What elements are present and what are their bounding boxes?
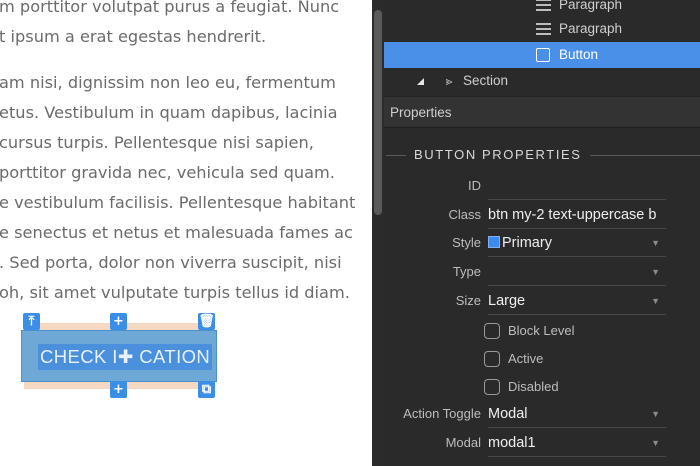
property-label: ID (468, 178, 481, 193)
chevron-down-icon: ▼ (651, 238, 660, 248)
text-line: e senectus et netus et malesuada fames a… (0, 223, 353, 242)
chevron-down-icon: ▼ (651, 296, 660, 306)
text-line: m porttitor volutpat purus a feugiat. Nu… (0, 0, 340, 16)
add-above-icon[interactable]: + (110, 313, 127, 330)
text-line: etus. Vestibulum in quam dapibus, lacini… (0, 103, 338, 122)
block-level-checkbox-row[interactable]: Block Level (484, 321, 684, 345)
text-line: e vestibulum facilisis. Pellentesque hab… (0, 193, 356, 212)
checkbox-label: Active (508, 351, 544, 366)
delete-icon[interactable]: 🗑 (198, 313, 215, 330)
style-select[interactable]: Primary ▼ (488, 230, 666, 257)
tree-item-label: Paragraph (559, 21, 623, 36)
selected-button-text[interactable]: CHECK I✚ CATION (38, 344, 213, 370)
type-select[interactable]: ▼ (488, 259, 666, 286)
paragraph-icon (535, 0, 551, 13)
property-label: Action Toggle (403, 406, 481, 421)
text-line: am nisi, dignissim non leo eu, fermentum (0, 73, 336, 92)
chevron-down-icon: ▼ (651, 267, 660, 277)
design-canvas[interactable]: m porttitor volutpat purus a feugiat. Nu… (0, 0, 372, 466)
property-label: Type (452, 264, 481, 279)
properties-header[interactable]: Properties (384, 96, 700, 128)
property-modal: Modal modal1 ▼ (384, 430, 700, 458)
property-type: Type ▼ (384, 259, 700, 287)
color-swatch (488, 236, 500, 248)
action-toggle-select[interactable]: Modal ▼ (488, 401, 666, 428)
block-level-checkbox[interactable] (484, 323, 500, 339)
modal-value: modal1 (488, 435, 536, 451)
chevron-down-icon: ▼ (651, 438, 660, 448)
add-below-icon[interactable]: + (110, 381, 127, 398)
canvas-scrollbar-thumb[interactable] (374, 10, 382, 215)
select-parent-icon[interactable]: ⤒ (23, 313, 40, 330)
checkbox-label: Block Level (508, 323, 575, 338)
disabled-checkbox-row[interactable]: Disabled (484, 377, 684, 401)
modal-select[interactable]: modal1 ▼ (488, 430, 666, 457)
button-properties-heading: BUTTON PROPERTIES (384, 144, 700, 166)
action-toggle-value: Modal (488, 406, 528, 422)
button-icon (535, 47, 551, 63)
text-line: porttitor gravida nec, vehicula sed quam… (0, 163, 335, 182)
duplicate-icon[interactable]: ⧉ (198, 381, 215, 398)
active-checkbox-row[interactable]: Active (484, 349, 684, 373)
divider (590, 155, 700, 156)
disabled-checkbox[interactable] (484, 379, 500, 395)
size-select[interactable]: Large ▼ (488, 288, 666, 315)
sidebar-panel: Paragraph Paragraph Button ⪢ Section Pro… (384, 0, 700, 466)
property-label: Size (455, 293, 481, 308)
text-line: t ipsum a erat egestas hendrerit. (0, 27, 267, 46)
property-label: Class (448, 207, 481, 222)
paragraph-block[interactable]: am nisi, dignissim non leo eu, fermentum… (0, 68, 372, 308)
tree-item-button[interactable]: Button (384, 42, 700, 68)
text-line: oh, sit amet vulputate turpis tellus id … (0, 283, 350, 302)
chevron-down-icon: ▼ (651, 409, 660, 419)
class-input[interactable]: btn my-2 text-uppercase b (488, 202, 666, 229)
tree-item-label: Button (559, 47, 599, 62)
section-icon: ⪢ (445, 74, 453, 88)
property-size: Size Large ▼ (384, 288, 700, 316)
tree-item-label: Section (463, 73, 509, 88)
collapse-triangle-icon[interactable] (412, 72, 428, 88)
property-label: Modal (445, 435, 481, 450)
size-value: Large (488, 293, 526, 309)
property-action-toggle: Action Toggle Modal ▼ (384, 401, 700, 429)
section-title-text: BUTTON PROPERTIES (414, 147, 582, 162)
tree-item-section[interactable]: ⪢ Section (384, 68, 700, 94)
paragraph-block[interactable]: m porttitor volutpat purus a feugiat. Nu… (0, 0, 372, 52)
property-class: Class btn my-2 text-uppercase b (384, 202, 700, 230)
text-line: . Sed porta, dolor non viverra suscipit,… (0, 253, 342, 272)
property-label: Style (452, 235, 481, 250)
tree-item-paragraph[interactable]: Paragraph (384, 16, 700, 42)
property-style: Style Primary ▼ (384, 230, 700, 258)
text-line: cursus turpis. Pellentesque nisi sapien, (0, 133, 314, 152)
checkbox-label: Disabled (508, 379, 559, 394)
paragraph-icon (535, 21, 551, 37)
style-value: Primary (502, 235, 552, 251)
id-input[interactable] (488, 173, 666, 200)
divider (386, 155, 406, 156)
active-checkbox[interactable] (484, 351, 500, 367)
property-id: ID (384, 173, 700, 201)
